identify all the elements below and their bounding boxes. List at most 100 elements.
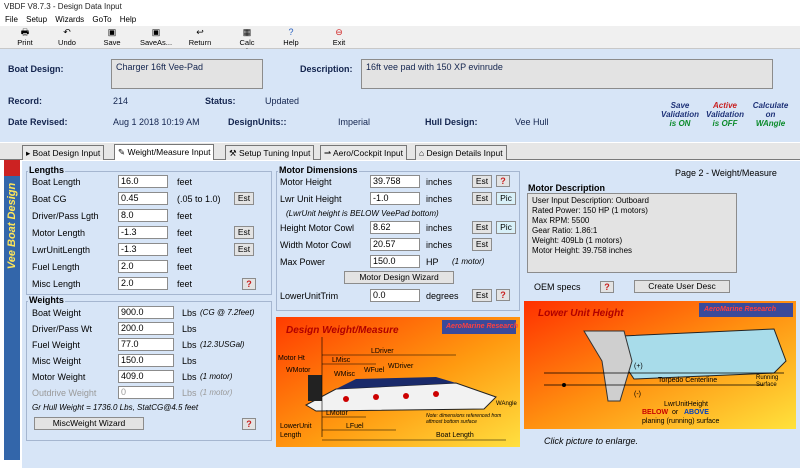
motor-row-input[interactable]: -1.0 — [370, 192, 420, 205]
pic1-label-lmisc: LMisc — [332, 357, 351, 364]
weight-row-label: Misc Weight — [32, 356, 81, 366]
pic1-label-boatlength: Boat Length — [436, 432, 474, 439]
menu-setup[interactable]: Setup — [26, 15, 47, 24]
pic2-label-or: or — [672, 409, 679, 416]
length-row-input[interactable]: 8.0 — [118, 209, 168, 222]
menu-help[interactable]: Help — [120, 15, 136, 24]
date-value: Aug 1 2018 10:19 AM — [113, 117, 200, 127]
motor-height-help-button[interactable]: ? — [496, 175, 510, 187]
length-row-input[interactable]: 0.45 — [118, 192, 168, 205]
lower-unit-picture[interactable]: Lower Unit Height AeroMarine Research (+… — [524, 291, 796, 429]
motor-row-input[interactable]: 39.758 — [370, 175, 420, 188]
weight-row-input[interactable]: 900.0 — [118, 306, 174, 319]
pic1-label-lmotor: LMotor — [326, 410, 348, 417]
active-validation-badge[interactable]: Active Validation is OFF — [705, 101, 745, 128]
trim-help-button[interactable]: ? — [496, 289, 510, 301]
units-value: Imperial — [338, 117, 371, 127]
motor-est-button[interactable]: Est — [472, 175, 492, 188]
trim-input[interactable]: 0.0 — [370, 289, 420, 302]
undo-button[interactable]: ↶ Undo — [52, 27, 82, 48]
tab-bar: ▸ Boat Design Input ✎ Weight/Measure Inp… — [0, 143, 800, 160]
length-row-input[interactable]: 2.0 — [118, 260, 168, 273]
calc-perform-button[interactable]: ▦Calc Perform — [226, 27, 268, 56]
motor-row-label: Width Motor Cowl — [280, 240, 352, 250]
length-row-input[interactable]: 16.0 — [118, 175, 168, 188]
motor-desc-box[interactable]: User Input Description: Outboard Rated Po… — [527, 193, 737, 273]
sidebar-title: Vee Boat Design — [6, 182, 18, 270]
tab-aero-cockpit[interactable]: ⇀ Aero/Cockpit Input — [320, 145, 407, 160]
weight-row-unit: Lbs — [182, 356, 197, 366]
length-row-input[interactable]: 2.0 — [118, 277, 168, 290]
weight-row-note: (CG @ 7.2feet) — [200, 308, 255, 317]
print-button[interactable]: 🖶 Print — [12, 27, 38, 48]
motor-row-unit: inches — [426, 177, 453, 187]
length-row-label: Fuel Length — [32, 262, 80, 272]
motor-row-unit: inches — [426, 223, 453, 233]
weight-row-input: 0 — [118, 386, 174, 399]
length-row-input[interactable]: -1.3 — [118, 226, 168, 239]
weight-row-unit: Lbs — [182, 340, 197, 350]
help-button[interactable]: ? Help — [278, 27, 304, 48]
length-row-label: Motor Length — [32, 228, 86, 238]
gross-weight-text: Gr Hull Weight = 1736.0 Lbs, StatCG@4.5 … — [32, 403, 199, 412]
tab-boat-design[interactable]: ▸ Boat Design Input — [22, 145, 105, 160]
length-row-unit: feet — [177, 228, 193, 238]
trim-est-button[interactable]: Est — [472, 289, 492, 302]
pic1-label-wfuel: WFuel — [364, 367, 385, 374]
motor-row-input[interactable]: 150.0 — [370, 255, 420, 268]
length-est-button[interactable]: Est — [234, 243, 254, 256]
pic2-title: Lower Unit Height — [538, 308, 624, 319]
menu-wizards[interactable]: Wizards — [55, 15, 84, 24]
toolbar: 🖶 Print ↶ Undo ▣ Save ▣ SaveAs... ↩ Return ▦ C… — [0, 26, 800, 56]
lengths-help-button[interactable]: ? — [242, 278, 256, 290]
pic2-label-above: ABOVE — [684, 409, 709, 416]
weight-row-note: (1 motor) — [200, 372, 233, 381]
return-button[interactable]: ↩ Return — [185, 27, 215, 48]
pic2-label-planing: planing (running) surface — [642, 418, 720, 425]
calculate-wangle-badge[interactable]: Calculate on WAngle — [748, 101, 793, 128]
motor-row-label: Lwr Unit Height — [280, 194, 342, 204]
weight-row-label: Boat Weight — [32, 308, 81, 318]
length-row-label: Misc Length — [32, 279, 81, 289]
motor-row-input[interactable]: 20.57 — [370, 238, 420, 251]
weight-row-input[interactable]: 200.0 — [118, 322, 174, 335]
tab-setup-tuning[interactable]: ⚒ Setup Tuning Input — [225, 145, 315, 160]
motor-est-button[interactable]: Est — [472, 238, 492, 251]
length-est-button[interactable]: Est — [234, 226, 254, 239]
saveas-button[interactable]: ▣ SaveAs... — [138, 27, 174, 48]
misc-weight-wizard-button[interactable]: MiscWeight Wizard — [34, 417, 144, 430]
weight-row-unit: Lbs — [182, 372, 197, 382]
length-est-button[interactable]: Est — [234, 192, 254, 205]
motor-design-wizard-button[interactable]: Motor Design Wizard — [344, 271, 454, 284]
motor-row-unit: inches — [426, 194, 453, 204]
motor-row-unit: inches — [426, 240, 453, 250]
length-row-unit: feet — [177, 177, 193, 187]
weight-row-unit: Lbs — [182, 388, 197, 398]
description-input[interactable]: 16ft vee pad with 150 XP evinrude — [361, 59, 773, 89]
printer-icon: 🖶 — [20, 27, 30, 37]
menu-file[interactable]: File — [5, 15, 18, 24]
weight-row-input[interactable]: 409.0 — [118, 370, 174, 383]
design-weight-picture[interactable]: Design Weight/Measure AeroMarine Researc… — [276, 317, 520, 447]
motor-title: Motor Dimensions — [278, 165, 359, 175]
tab-design-details[interactable]: ⌂ Design Details Input — [415, 145, 507, 160]
weight-row-input[interactable]: 150.0 — [118, 354, 174, 367]
weight-row-input[interactable]: 77.0 — [118, 338, 174, 351]
motor-row-input[interactable]: 8.62 — [370, 221, 420, 234]
save-button[interactable]: ▣ Save — [97, 27, 127, 48]
length-row-label: Boat CG — [32, 194, 67, 204]
save-validation-badge[interactable]: Save Validation is ON — [660, 101, 700, 128]
return-icon: ↩ — [196, 27, 204, 37]
tab-weight-measure[interactable]: ✎ Weight/Measure Input — [114, 144, 215, 160]
pic2-label-torpedo: Torpedo Centerline — [658, 377, 718, 384]
weights-help-button[interactable]: ? — [242, 418, 256, 430]
boat-design-input[interactable]: Charger 16ft Vee-Pad — [111, 59, 263, 89]
cowl-pic-button[interactable]: Pic — [496, 221, 516, 234]
menu-goto[interactable]: GoTo — [92, 15, 111, 24]
pic1-label-wdriver: WDriver — [388, 363, 414, 370]
motor-est-button[interactable]: Est — [472, 192, 492, 205]
lwr-unit-pic-button[interactable]: Pic — [496, 192, 516, 205]
exit-button[interactable]: ⊖ Exit — [326, 27, 352, 48]
motor-est-button[interactable]: Est — [472, 221, 492, 234]
length-row-input[interactable]: -1.3 — [118, 243, 168, 256]
